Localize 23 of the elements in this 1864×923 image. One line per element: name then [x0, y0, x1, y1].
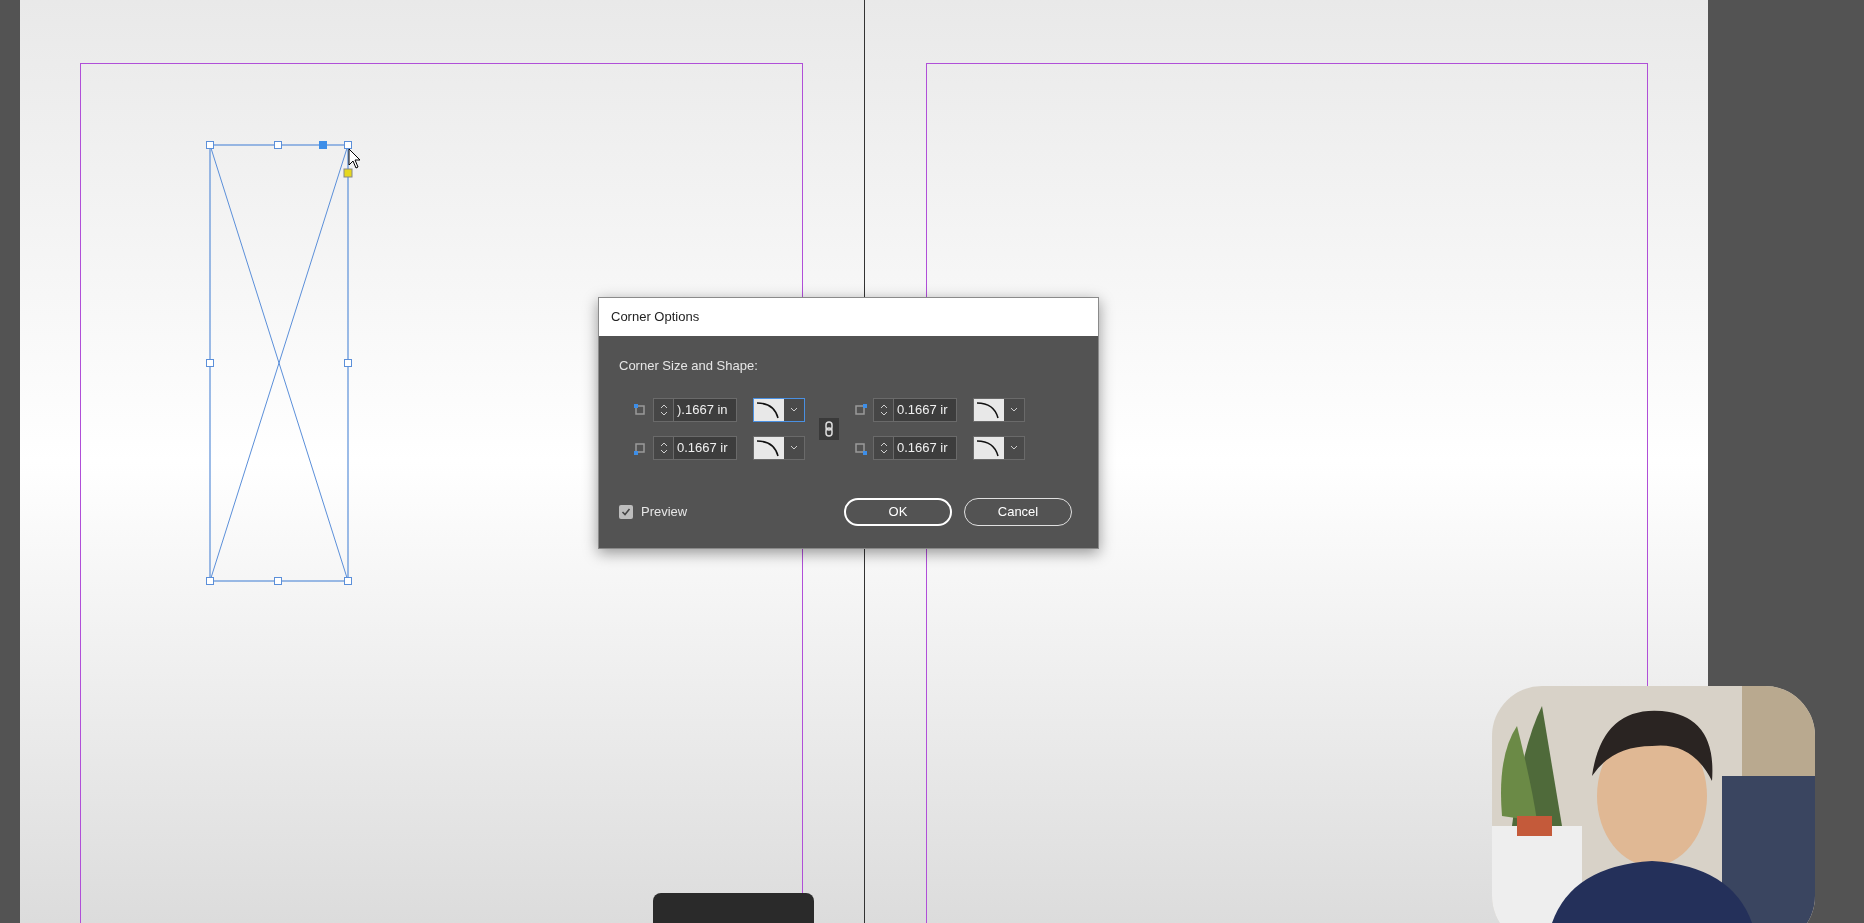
- corner-icon: [853, 440, 867, 455]
- corner-icon: [633, 402, 647, 417]
- preview-checkbox[interactable]: [619, 504, 633, 519]
- corner-icon: [633, 440, 647, 455]
- chevron-down-icon: [1010, 445, 1018, 450]
- cursor-icon: [348, 148, 362, 170]
- preview-label: Preview: [641, 502, 688, 521]
- chevron-down-icon: [790, 407, 798, 412]
- corner-shape-dropdown[interactable]: [973, 435, 1025, 460]
- chevron-down-icon: [790, 445, 798, 450]
- dialog-title: Corner Options: [611, 308, 700, 327]
- rounded-corner-icon: [974, 436, 1004, 459]
- corner-shape-dropdown[interactable]: [753, 435, 805, 460]
- ok-button[interactable]: OK: [844, 497, 952, 526]
- corner-shape-dropdown[interactable]: [753, 397, 805, 422]
- section-label: Corner Size and Shape:: [619, 357, 759, 375]
- corner-shape-dropdown[interactable]: [973, 397, 1025, 422]
- corner-icon: [853, 402, 867, 417]
- rounded-corner-icon: [974, 398, 1004, 421]
- rounded-corner-icon: [754, 436, 784, 459]
- link-icon[interactable]: [819, 417, 839, 440]
- chevron-down-icon: [1010, 407, 1018, 412]
- rounded-corner-icon: [754, 398, 784, 421]
